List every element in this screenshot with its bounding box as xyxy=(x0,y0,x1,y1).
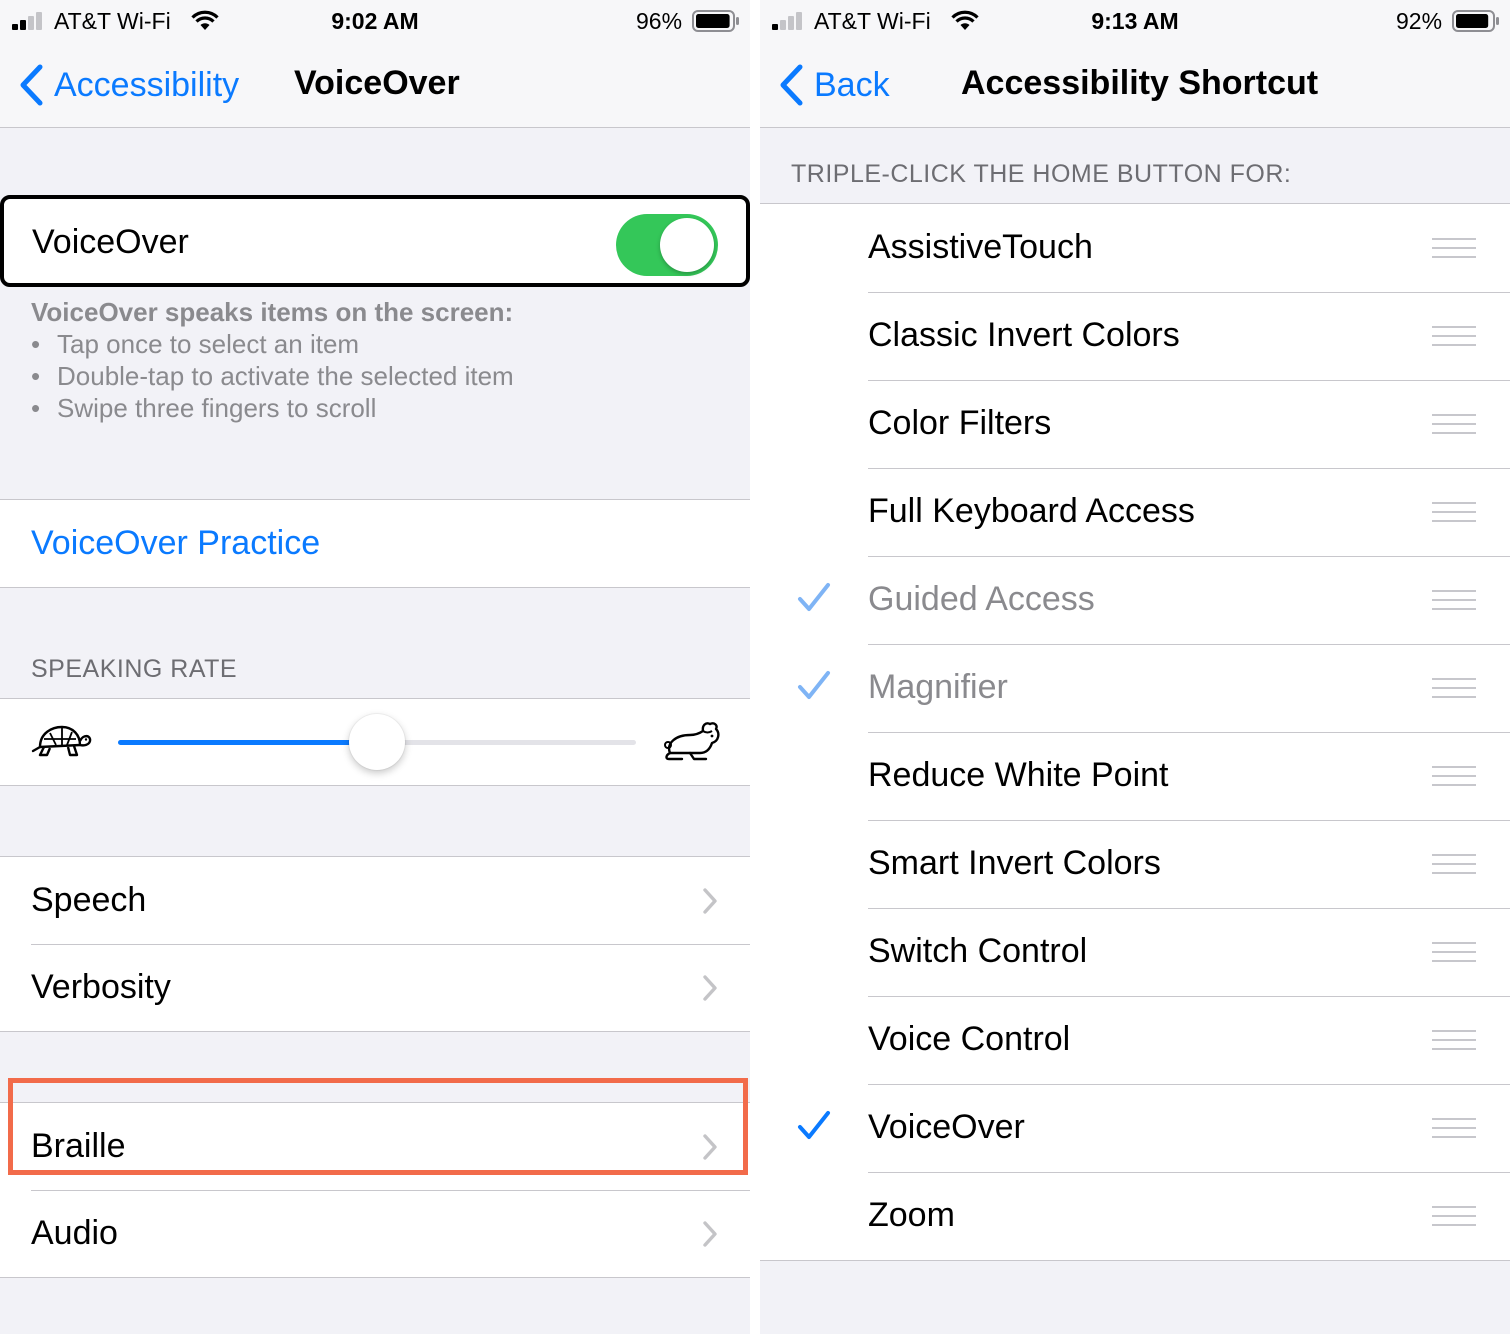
speech-verbosity-group: Speech Verbosity xyxy=(0,856,750,1032)
verbosity-label: Verbosity xyxy=(31,968,171,1006)
shortcut-option-row[interactable]: Magnifier xyxy=(760,644,1510,732)
description-heading: VoiceOver speaks items on the screen: xyxy=(31,297,514,327)
reorder-handle-icon[interactable] xyxy=(1432,414,1476,434)
checkmark-icon xyxy=(798,1111,830,1139)
shortcut-option-row[interactable]: Color Filters xyxy=(760,380,1510,468)
chevron-left-icon xyxy=(20,64,43,106)
reorder-handle-icon[interactable] xyxy=(1432,238,1476,258)
back-button-label: Back xyxy=(814,65,890,104)
battery-percentage: 96% xyxy=(636,8,683,34)
audio-label: Audio xyxy=(31,1214,118,1252)
shortcut-option-row[interactable]: Smart Invert Colors xyxy=(760,820,1510,908)
braille-label: Braille xyxy=(31,1127,126,1165)
description-bullet: • Swipe three fingers to scroll xyxy=(31,393,377,423)
reorder-handle-icon[interactable] xyxy=(1432,766,1476,786)
navigation-bar: Accessibility VoiceOver xyxy=(0,44,750,128)
status-bar: AT&T Wi-Fi 9:13 AM 92% xyxy=(760,0,1510,44)
shortcut-option-label: Smart Invert Colors xyxy=(868,844,1161,882)
chevron-right-icon xyxy=(703,975,717,1001)
voiceover-switch[interactable] xyxy=(616,214,718,276)
shortcut-options-list: AssistiveTouch Classic Invert Colors Color… xyxy=(760,203,1510,1261)
shortcut-option-label: Color Filters xyxy=(868,404,1052,442)
voiceover-settings-screen: AT&T Wi-Fi 9:02 AM 96% Accessibility Voi… xyxy=(0,0,750,1334)
rabbit-icon xyxy=(664,722,720,761)
chevron-left-icon xyxy=(780,64,803,106)
shortcut-option-label: Zoom xyxy=(868,1196,955,1234)
shortcut-option-row[interactable]: Zoom xyxy=(760,1172,1510,1260)
reorder-handle-icon[interactable] xyxy=(1432,678,1476,698)
description-bullet: • Double-tap to activate the selected ite… xyxy=(31,361,514,391)
page-title: Accessibility Shortcut xyxy=(961,64,1319,102)
battery-icon xyxy=(1452,10,1499,32)
voiceover-toggle-label: VoiceOver xyxy=(32,223,189,261)
speech-label: Speech xyxy=(31,881,147,919)
chevron-right-icon xyxy=(703,1221,717,1247)
voiceover-practice-link: VoiceOver Practice xyxy=(31,524,321,562)
back-button-accessibility[interactable]: Accessibility xyxy=(18,62,239,108)
voiceover-practice-cell[interactable]: VoiceOver Practice xyxy=(0,500,750,587)
shortcut-option-label: AssistiveTouch xyxy=(868,228,1093,266)
reorder-handle-icon[interactable] xyxy=(1432,1118,1476,1138)
audio-cell[interactable]: Audio xyxy=(0,1190,750,1277)
navigation-bar: Back Accessibility Shortcut xyxy=(760,44,1510,128)
shortcut-option-row[interactable]: VoiceOver xyxy=(760,1084,1510,1172)
shortcut-option-row[interactable]: Voice Control xyxy=(760,996,1510,1084)
shortcut-section-header: TRIPLE-CLICK THE HOME BUTTON FOR: xyxy=(791,160,1292,188)
reorder-handle-icon[interactable] xyxy=(1432,502,1476,522)
reorder-handle-icon[interactable] xyxy=(1432,854,1476,874)
slider-thumb[interactable] xyxy=(349,714,405,770)
verbosity-cell[interactable]: Verbosity xyxy=(0,944,750,1031)
chevron-right-icon xyxy=(703,888,717,914)
speaking-rate-header: SPEAKING RATE xyxy=(31,655,238,683)
shortcut-option-label: VoiceOver xyxy=(868,1108,1025,1146)
shortcut-option-label: Guided Access xyxy=(868,580,1095,618)
shortcut-option-label: Full Keyboard Access xyxy=(868,492,1195,530)
shortcut-option-row[interactable]: Classic Invert Colors xyxy=(760,292,1510,380)
checkmark-icon xyxy=(798,671,830,699)
description-bullet: • Tap once to select an item xyxy=(31,329,360,359)
slider-fill xyxy=(118,740,377,745)
reorder-handle-icon[interactable] xyxy=(1432,942,1476,962)
shortcut-option-label: Classic Invert Colors xyxy=(868,316,1180,354)
speaking-rate-row xyxy=(0,698,750,786)
turtle-icon xyxy=(31,725,92,757)
checkmark-icon xyxy=(798,583,830,611)
braille-audio-group: Braille Audio xyxy=(0,1102,750,1278)
chevron-right-icon xyxy=(703,1134,717,1160)
reorder-handle-icon[interactable] xyxy=(1432,326,1476,346)
status-bar: AT&T Wi-Fi 9:02 AM 96% xyxy=(0,0,750,44)
voiceover-description: VoiceOver speaks items on the screen: • T… xyxy=(31,296,731,424)
shortcut-option-label: Reduce White Point xyxy=(868,756,1169,794)
battery-percentage: 92% xyxy=(1396,8,1443,34)
shortcut-option-row[interactable]: Switch Control xyxy=(760,908,1510,996)
back-button[interactable]: Back xyxy=(778,62,890,108)
accessibility-shortcut-screen: AT&T Wi-Fi 9:13 AM 92% Back Accessibilit… xyxy=(760,0,1510,1334)
back-button-label: Accessibility xyxy=(54,65,240,104)
shortcut-option-label: Magnifier xyxy=(868,668,1008,706)
shortcut-option-row[interactable]: Full Keyboard Access xyxy=(760,468,1510,556)
shortcut-option-row[interactable]: Guided Access xyxy=(760,556,1510,644)
battery-icon xyxy=(692,10,739,32)
speech-cell[interactable]: Speech xyxy=(0,857,750,944)
practice-group: VoiceOver Practice xyxy=(0,499,750,588)
shortcut-option-label: Voice Control xyxy=(868,1020,1071,1058)
reorder-handle-icon[interactable] xyxy=(1432,1030,1476,1050)
shortcut-option-label: Switch Control xyxy=(868,932,1088,970)
voiceover-toggle-row: VoiceOver xyxy=(0,195,750,287)
shortcut-option-row[interactable]: AssistiveTouch xyxy=(760,204,1510,292)
page-title: VoiceOver xyxy=(294,64,460,102)
speaking-rate-slider[interactable] xyxy=(118,714,636,770)
reorder-handle-icon[interactable] xyxy=(1432,590,1476,610)
shortcut-option-row[interactable]: Reduce White Point xyxy=(760,732,1510,820)
braille-cell[interactable]: Braille xyxy=(0,1103,750,1190)
reorder-handle-icon[interactable] xyxy=(1432,1206,1476,1226)
